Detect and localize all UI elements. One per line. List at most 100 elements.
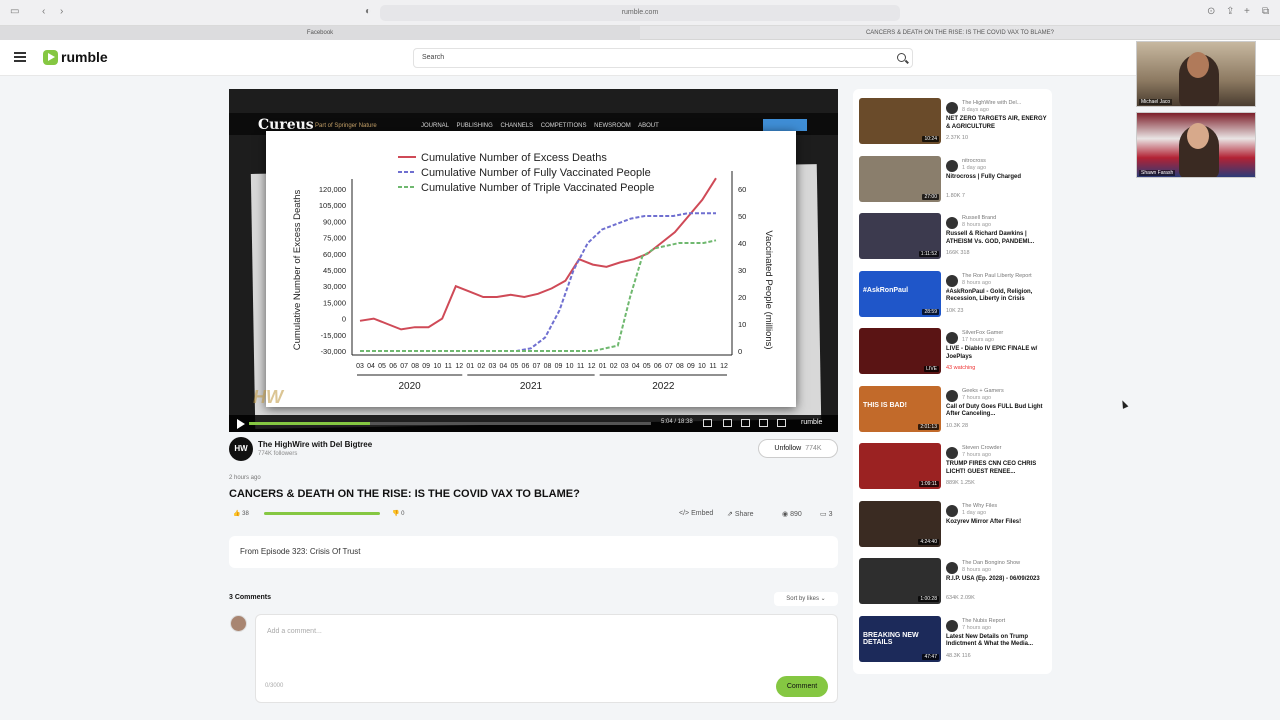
video-title[interactable]: Nitrocross | Fully Charged [946,174,1050,182]
video-title[interactable]: #AskRonPaul - Gold, Religion, Recession,… [946,289,1050,304]
video-thumbnail[interactable]: LIVE [859,328,941,374]
video-thumbnail[interactable]: 10:24 [859,98,941,144]
cureus-nav: JOURNAL PUBLISHING CHANNELS COMPETITIONS… [421,123,659,129]
posted-time: 2 hours ago [229,475,261,481]
x-tick-label: 05 [511,363,519,370]
channel-avatar[interactable] [946,562,958,574]
fullscreen-icon[interactable] [777,419,786,427]
video-thumbnail[interactable]: THIS IS BAD! 2:01:13 [859,385,941,432]
x-tick-label: 09 [422,363,430,370]
comment-box[interactable]: Add a comment... 0/3000 Comment [255,614,838,703]
video-title[interactable]: TRUMP FIRES CNN CEO CHRIS LICHT! GUEST R… [946,461,1050,476]
video-title: CANCERS & DEATH ON THE RISE: IS THE COVI… [229,488,580,500]
channel-name[interactable]: SilverFox Gamer [962,330,1003,336]
channel-avatar[interactable] [946,217,958,229]
site-logo[interactable]: rumble [61,49,108,65]
back-icon[interactable]: ‹ [42,6,45,17]
related-video-item[interactable]: 1:00:28 The Dan Bongino Show 8 hours ago R.… [859,558,1049,608]
video-thumbnail[interactable]: 4:24:40 [859,500,941,547]
channel-name[interactable]: Steven Crowder [962,445,1001,451]
related-video-item[interactable]: BREAKING NEW DETAILS 47:47 The Nubis Repor… [859,615,1050,666]
video-duration: 1:00:28 [918,596,939,602]
address-bar[interactable]: rumble.com [380,5,900,21]
menu-icon[interactable] [14,52,26,62]
settings-icon[interactable] [723,419,732,427]
channel-avatar[interactable] [946,102,958,114]
comment-submit-button[interactable]: Comment [776,676,828,697]
channel-avatar[interactable] [946,619,958,632]
video-title[interactable]: NET ZERO TARGETS AIR, ENERGY & AGRICULTU… [946,116,1050,131]
forward-icon[interactable]: › [60,6,63,17]
video-thumbnail[interactable]: #AskRonPaul 28:59 [859,270,941,317]
channel-avatar[interactable] [946,274,958,287]
channel-name[interactable]: Russell Brand [962,215,996,221]
progress-bar[interactable] [249,422,651,425]
posted-time: 7 hours ago [962,624,992,631]
share-icon[interactable]: ⇪ [1226,6,1234,17]
embed-button[interactable]: </> Embed [679,510,713,517]
channel-avatar[interactable] [946,159,958,172]
related-video-item[interactable]: 1:11:52 Russell Brand 8 hours ago Russell &… [859,213,1049,263]
share-icon: ⇗ [727,511,733,518]
video-player[interactable]: Cureus Part of Springer Nature JOURNAL P… [229,89,838,432]
posted-time: 1 day ago [962,164,987,171]
related-video-item[interactable]: THIS IS BAD! 2:01:13 Geeks + Gamers 7 hours… [859,385,1050,436]
related-video-item[interactable]: 10:24 The HighWire with Del... 8 days ago N… [859,98,1049,148]
tab-rumble-video[interactable]: CANCERS & DEATH ON THE RISE: IS THE COVI… [640,26,1280,40]
video-title[interactable]: Call of Duty Goes FULL Bud Light After C… [946,404,1050,419]
like-button[interactable]: 👍 38 [233,510,249,517]
download-icon[interactable]: ⊙ [1207,6,1215,17]
video-thumbnail[interactable]: 27:00 [859,155,941,202]
related-video-item[interactable]: LIVE SilverFox Gamer 17 hours ago LIVE - Di… [859,328,1049,378]
video-thumbnail[interactable]: 1:11:52 [859,213,941,259]
unfollow-button[interactable]: Unfollow 774K [758,439,838,458]
channel-name[interactable]: The Why Files [962,503,997,509]
video-title[interactable]: Latest New Details on Trump Indictment &… [946,634,1050,649]
comment-input[interactable]: Add a comment... [267,628,322,635]
share-button[interactable]: ⇗ Share [727,510,754,518]
sort-dropdown[interactable]: Sort by likes ⌄ [774,592,838,606]
related-video-item[interactable]: 27:00 nitrocross 1 day ago Nitrocross | Ful… [859,155,1050,206]
channel-name[interactable]: nitrocross [962,158,986,164]
rumble-logo-icon[interactable] [43,50,58,65]
video-title[interactable]: R.I.P. USA (Ep. 2028) - 06/09/2023 [946,576,1050,584]
related-video-item[interactable]: 1:09:11 Steven Crowder 7 hours ago TRUMP FI… [859,443,1049,493]
channel-avatar[interactable]: HW [229,437,253,461]
theater-icon[interactable] [759,419,768,427]
related-video-item[interactable]: 4:24:40 The Why Files 1 day ago Kozyrev Mir… [859,500,1050,551]
video-thumbnail[interactable]: BREAKING NEW DETAILS 47:47 [859,615,941,662]
video-title[interactable]: Russell & Richard Dawkins | ATHEISM Vs. … [946,231,1050,246]
shield-icon[interactable]: ◐ [365,6,371,17]
video-title[interactable]: LIVE - Diablo IV EPIC FINALE w/ JoePlays [946,346,1050,361]
posted-time: 8 hours ago [962,222,992,228]
video-thumbnail[interactable]: 1:00:28 [859,558,941,604]
channel-name[interactable]: The Nubis Report [962,618,1005,624]
captions-icon[interactable] [741,419,750,427]
x-tick-label: 04 [632,363,640,370]
new-tab-icon[interactable]: + [1244,6,1250,17]
volume-icon[interactable] [703,419,712,427]
channel-name[interactable]: The HighWire with Del Bigtree [258,440,372,449]
channel-name[interactable]: The Ron Paul Liberty Report [962,273,1032,279]
comments-count[interactable]: ▭ 3 [820,510,832,518]
dislike-button[interactable]: 👎 0 [392,510,405,517]
sidebar-toggle-icon[interactable]: ▭ [10,6,19,17]
x-tick-label: 06 [389,363,397,370]
channel-name[interactable]: The Dan Bongino Show [962,560,1020,566]
player-controls: 5:04 / 18:38 rumble [229,415,838,432]
channel-avatar[interactable] [946,389,958,402]
tab-overview-icon[interactable]: ⧉ [1262,6,1269,17]
video-title[interactable]: Kozyrev Mirror After Files! [946,519,1050,527]
search-icon[interactable] [897,53,906,62]
tab-facebook[interactable]: Facebook [0,26,640,40]
play-icon[interactable] [237,419,245,429]
channel-name[interactable]: The HighWire with Del... [962,100,1021,106]
channel-avatar[interactable] [946,504,958,517]
year-label: 2021 [520,381,543,392]
search-input[interactable]: Search [413,48,913,68]
related-video-item[interactable]: #AskRonPaul 28:59 The Ron Paul Liberty Rep… [859,270,1050,321]
video-thumbnail[interactable]: 1:09:11 [859,443,941,489]
channel-avatar[interactable] [946,332,958,344]
channel-name[interactable]: Geeks + Gamers [962,388,1004,394]
channel-avatar[interactable] [946,447,958,459]
